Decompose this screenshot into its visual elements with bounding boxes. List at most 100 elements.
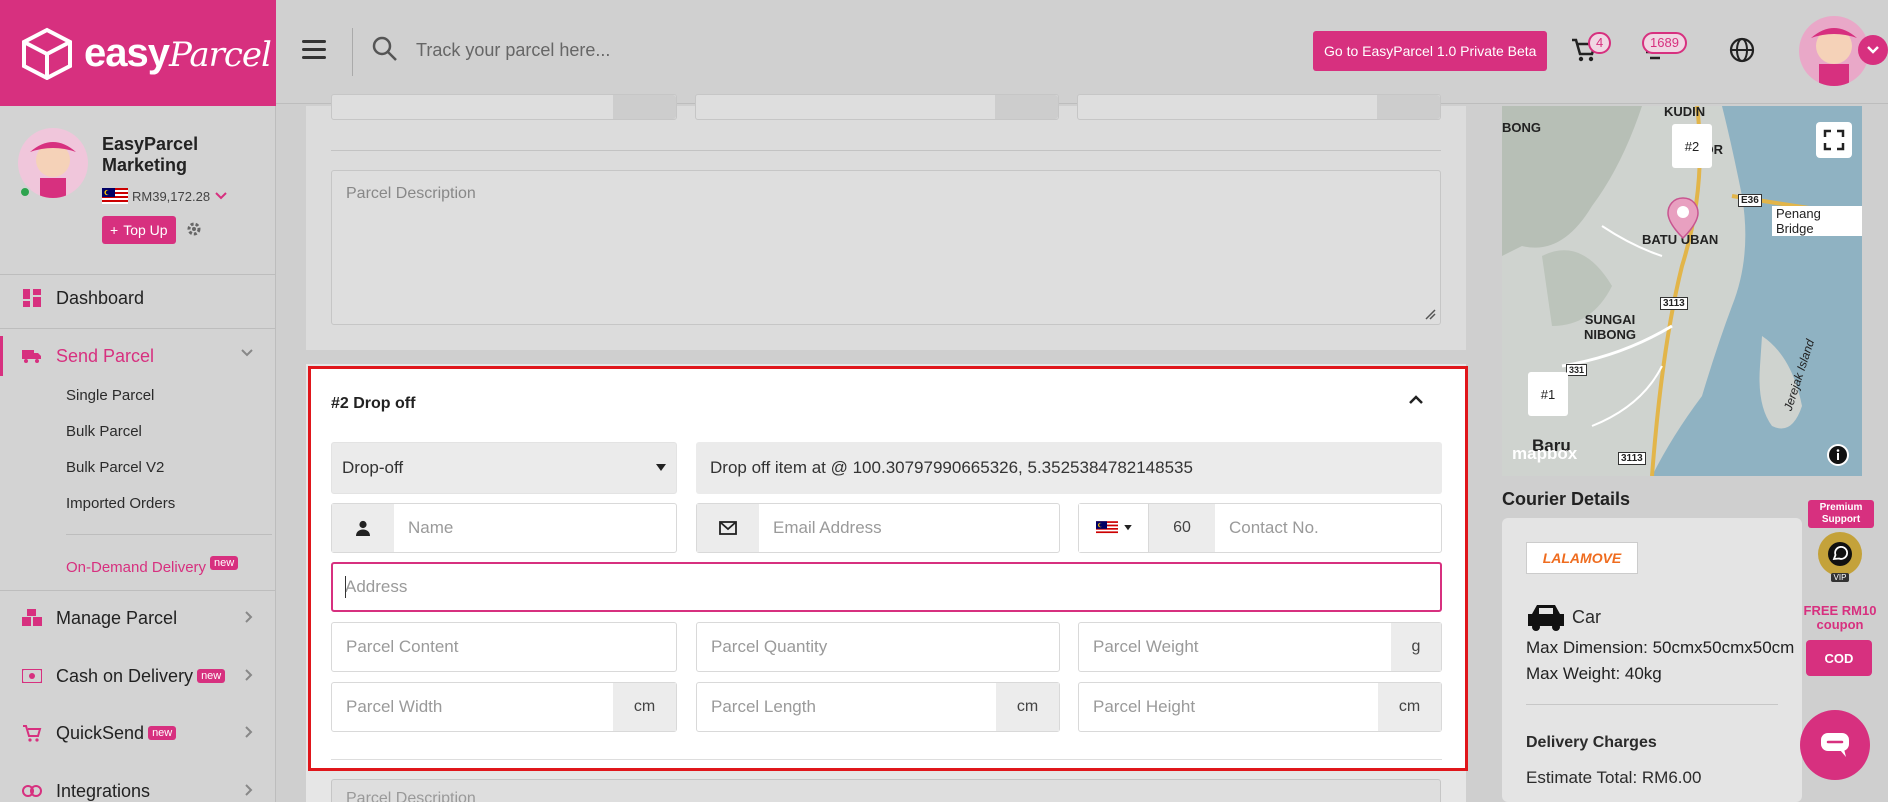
contact-input[interactable]	[1215, 504, 1441, 552]
parcel-length-input[interactable]	[697, 683, 996, 731]
malaysia-flag-icon	[102, 188, 128, 204]
whatsapp-vip-icon[interactable]: VIP	[1818, 532, 1862, 582]
map-pin-icon[interactable]	[1666, 196, 1700, 240]
premium-support-badge[interactable]: Premium Support	[1808, 500, 1874, 528]
height-unit: cm	[1378, 683, 1441, 731]
nav-send-parcel[interactable]: Send Parcel	[0, 336, 276, 376]
track-parcel-input[interactable]	[416, 34, 976, 66]
divider	[66, 534, 272, 535]
nav-integrations-label: Integrations	[56, 780, 151, 801]
chevron-up-icon[interactable]	[1407, 393, 1425, 407]
cart-count-badge: 4	[1588, 32, 1612, 54]
vehicle-type: Car	[1572, 606, 1602, 627]
sidebar-item-single-parcel[interactable]: Single Parcel	[66, 387, 154, 404]
top-up-button[interactable]: + Top Up	[102, 216, 176, 244]
name-field[interactable]	[331, 503, 677, 553]
cash-icon	[22, 666, 42, 686]
malaysia-flag-icon	[1095, 521, 1118, 535]
parcel-width-field[interactable]: cm	[331, 682, 677, 732]
map-label-road-3113: 3113	[1618, 452, 1646, 465]
map-marker-1[interactable]: #1	[1528, 372, 1568, 416]
chevron-down-icon[interactable]	[1858, 35, 1888, 65]
globe-icon[interactable]	[1728, 36, 1756, 64]
nav-integrations[interactable]: Integrations	[0, 771, 276, 802]
link-icon	[22, 781, 42, 801]
online-status-dot	[19, 186, 31, 198]
address-input[interactable]	[333, 564, 1440, 610]
parcel-content-input[interactable]	[332, 623, 676, 671]
brand-logo[interactable]: easyParcel	[0, 0, 276, 106]
dropoff-description-field[interactable]: Parcel Description	[331, 779, 1441, 802]
info-icon[interactable]	[1827, 444, 1849, 466]
map-label-penang-bridge: Penang Bridge	[1772, 206, 1862, 236]
wallet-balance[interactable]: RM39,172.28	[102, 188, 228, 204]
country-select[interactable]	[1079, 504, 1149, 552]
chat-support-button[interactable]	[1800, 710, 1870, 780]
balance-amount: RM39,172.28	[132, 188, 211, 204]
dashboard-icon	[22, 288, 42, 308]
parcel-height-input[interactable]	[1079, 683, 1378, 731]
description-placeholder: Parcel Description	[346, 790, 476, 802]
menu-toggle-icon[interactable]	[302, 40, 326, 60]
email-input[interactable]	[759, 504, 1059, 552]
nav-manage-parcel[interactable]: Manage Parcel	[0, 598, 276, 638]
divider	[0, 328, 276, 329]
map-label-e36: E36	[1738, 194, 1762, 207]
description-placeholder: Parcel Description	[346, 185, 476, 202]
divider	[0, 274, 276, 275]
cart-plus-icon	[22, 723, 42, 743]
nav-quicksend[interactable]: QuickSend new	[0, 713, 276, 753]
field-addon	[1377, 95, 1440, 119]
gear-icon[interactable]	[186, 221, 202, 237]
parcel-length-field[interactable]: cm	[696, 682, 1060, 732]
chevron-right-icon	[245, 784, 253, 796]
sidebar-item-imported-orders[interactable]: Imported Orders	[66, 495, 175, 512]
caret-down-icon	[656, 464, 666, 471]
nav-dashboard-label: Dashboard	[56, 287, 145, 308]
map-label-sungai-nibong: SUNGAI NIBONG	[1584, 312, 1636, 342]
chevron-down-icon[interactable]	[214, 191, 228, 201]
envelope-icon	[697, 504, 759, 552]
address-field[interactable]	[331, 562, 1442, 612]
nav-cash-on-delivery[interactable]: Cash on Delivery new	[0, 656, 276, 696]
chevron-right-icon	[245, 726, 253, 738]
courier-details-title: Courier Details	[1502, 489, 1631, 509]
parcel-width-input[interactable]	[332, 683, 613, 731]
parcel-weight-input[interactable]	[1079, 623, 1391, 671]
mapbox-attribution: mapbox	[1512, 444, 1578, 463]
parcel-quantity-input[interactable]	[697, 623, 1059, 671]
divider	[331, 759, 1442, 760]
contact-field[interactable]: 60	[1078, 503, 1442, 553]
sidebar-item-on-demand[interactable]: On-Demand Delivery new	[66, 556, 239, 576]
sidebar-item-bulk-parcel[interactable]: Bulk Parcel	[66, 423, 142, 440]
sender-description-field[interactable]: Parcel Description	[331, 170, 1441, 325]
dropoff-mode-select[interactable]: Drop-off	[331, 442, 677, 494]
dropoff-location-text: Drop off item at @ 100.30797990665326, 5…	[696, 442, 1442, 494]
name-input[interactable]	[394, 504, 676, 552]
parcel-weight-field[interactable]: g	[1078, 622, 1442, 672]
free-coupon-badge[interactable]: FREE RM10 coupon	[1800, 604, 1880, 632]
nav-manage-parcel-label: Manage Parcel	[56, 607, 178, 628]
route-map[interactable]: BONG KUDIN UGOR BATU UBAN Penang Bridge …	[1502, 106, 1862, 476]
map-label-road-331: 331	[1566, 364, 1588, 376]
parcel-content-field[interactable]	[331, 622, 677, 672]
box-logo-icon	[22, 27, 72, 80]
dropoff-title: #2 Drop off	[331, 395, 416, 412]
on-demand-label: On-Demand Delivery	[66, 559, 207, 576]
resize-handle-icon[interactable]	[1424, 308, 1436, 320]
email-field[interactable]	[696, 503, 1060, 553]
parcel-quantity-field[interactable]	[696, 622, 1060, 672]
nav-dashboard[interactable]: Dashboard	[0, 278, 276, 318]
new-badge: new	[148, 726, 177, 740]
chevron-right-icon	[245, 669, 253, 681]
parcel-height-field[interactable]: cm	[1078, 682, 1442, 732]
fullscreen-icon[interactable]	[1816, 122, 1852, 158]
cod-promo-badge[interactable]: COD	[1806, 640, 1872, 676]
courier-card: LALAMOVE Car Max Dimension: 50cmx50cmx50…	[1502, 518, 1802, 802]
map-marker-2[interactable]: #2	[1672, 124, 1712, 168]
nav-send-parcel-label: Send Parcel	[56, 345, 155, 366]
length-unit: cm	[996, 683, 1059, 731]
private-beta-button[interactable]: Go to EasyParcel 1.0 Private Beta	[1313, 31, 1548, 71]
max-weight: Max Weight: 40kg	[1526, 664, 1662, 683]
sidebar-item-bulk-parcel-v2[interactable]: Bulk Parcel V2	[66, 459, 164, 476]
